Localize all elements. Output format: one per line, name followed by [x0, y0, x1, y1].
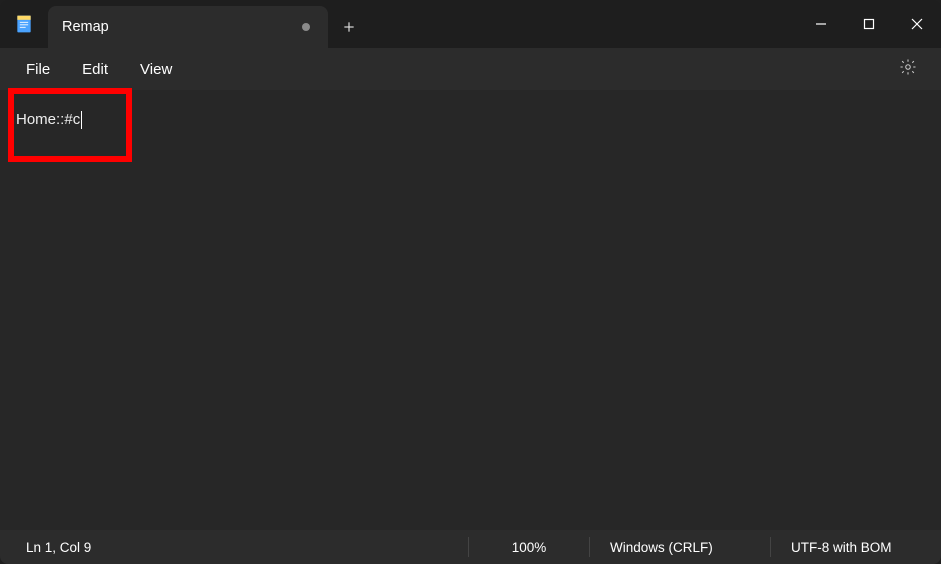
editor-content: Home::#c: [16, 111, 82, 129]
gear-icon: [899, 58, 917, 76]
maximize-icon: [863, 18, 875, 30]
status-encoding[interactable]: UTF-8 with BOM: [771, 540, 941, 555]
unsaved-indicator-icon: [302, 23, 310, 31]
close-button[interactable]: [893, 0, 941, 48]
status-zoom[interactable]: 100%: [469, 540, 589, 555]
settings-button[interactable]: [885, 52, 931, 87]
app-window: Remap File Edit View Home::#c: [0, 0, 941, 564]
tab-title: Remap: [62, 19, 109, 35]
menu-edit[interactable]: Edit: [66, 55, 124, 84]
titlebar: Remap: [0, 0, 941, 48]
tab-remap[interactable]: Remap: [48, 6, 328, 48]
notepad-icon: [0, 0, 48, 48]
text-editor[interactable]: Home::#c: [0, 90, 941, 530]
menu-view[interactable]: View: [124, 55, 188, 84]
minimize-button[interactable]: [797, 0, 845, 48]
menubar: File Edit View: [0, 48, 941, 90]
text-caret: [81, 111, 82, 129]
status-line-ending[interactable]: Windows (CRLF): [590, 540, 770, 555]
window-controls: [797, 0, 941, 48]
titlebar-drag-area[interactable]: [370, 0, 797, 48]
maximize-button[interactable]: [845, 0, 893, 48]
close-icon: [911, 18, 923, 30]
plus-icon: [342, 20, 356, 34]
minimize-icon: [815, 18, 827, 30]
menu-file[interactable]: File: [10, 55, 66, 84]
statusbar: Ln 1, Col 9 100% Windows (CRLF) UTF-8 wi…: [0, 530, 941, 564]
new-tab-button[interactable]: [328, 6, 370, 48]
status-cursor-position[interactable]: Ln 1, Col 9: [0, 540, 468, 555]
